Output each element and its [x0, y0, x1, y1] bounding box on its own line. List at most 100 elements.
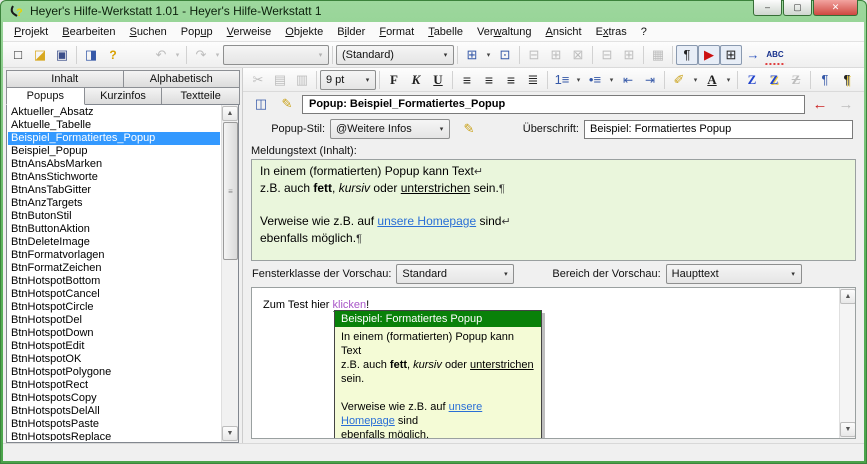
- edit-style-pencil-icon[interactable]: ✎: [458, 119, 480, 139]
- list-item[interactable]: Aktuelle_Tabelle: [8, 119, 220, 132]
- list-item[interactable]: BtnHotspotsReplace: [8, 431, 220, 441]
- column-insert-button[interactable]: ⊟: [596, 45, 618, 65]
- scroll-up-icon[interactable]: ▲: [222, 106, 238, 121]
- list-item[interactable]: BtnAnsStichworte: [8, 171, 220, 184]
- italic-button[interactable]: K: [405, 70, 427, 90]
- increase-indent-button[interactable]: ⇥: [639, 70, 661, 90]
- tab-kurzinfos[interactable]: Kurzinfos: [83, 87, 163, 105]
- list-scrollbar[interactable]: ▲ ≡ ▼: [221, 105, 238, 442]
- maximize-button[interactable]: ▢: [783, 0, 812, 16]
- para-style-button[interactable]: ¶: [814, 70, 836, 90]
- numbered-list-dropdown[interactable]: ▾: [573, 70, 584, 90]
- scroll-thumb[interactable]: ≡: [223, 122, 238, 260]
- list-item[interactable]: BtnHotspotCancel: [8, 288, 220, 301]
- tab-textteile[interactable]: Textteile: [161, 87, 241, 105]
- help-topics-button[interactable]: ?: [102, 45, 124, 65]
- style-combo[interactable]: ▾: [223, 44, 329, 65]
- list-item[interactable]: BtnAnsAbsMarken: [8, 158, 220, 171]
- paragraph-style-combo[interactable]: (Standard) ▾: [336, 44, 454, 65]
- spellcheck-button[interactable]: ABC: [764, 45, 786, 65]
- show-paragraph-marks-toggle[interactable]: ¶: [676, 44, 698, 65]
- close-button[interactable]: ✕: [813, 0, 858, 16]
- list-item[interactable]: BtnHotspotDown: [8, 327, 220, 340]
- numbered-list-button[interactable]: 1≡: [551, 70, 573, 90]
- cell-split-button[interactable]: ⊠: [567, 45, 589, 65]
- list-item[interactable]: BtnHotspotDel: [8, 314, 220, 327]
- bold-button[interactable]: F: [383, 70, 405, 90]
- decrease-indent-button[interactable]: ⇤: [617, 70, 639, 90]
- popup-style-combo[interactable]: @Weitere Infos ▾: [330, 119, 450, 139]
- table-properties-button[interactable]: ⊡: [494, 45, 516, 65]
- font-size-combo[interactable]: 9 pt ▾: [320, 69, 376, 90]
- menu-extras[interactable]: Extras: [589, 24, 634, 40]
- save-button[interactable]: ▣: [51, 45, 73, 65]
- menu-hilfe[interactable]: ?: [634, 24, 654, 40]
- menu-verwaltung[interactable]: Verwaltung: [470, 24, 538, 40]
- list-item[interactable]: BtnHotspotRect: [8, 379, 220, 392]
- project-properties-button[interactable]: ◨: [80, 45, 102, 65]
- list-item[interactable]: BtnAnsTabGitter: [8, 184, 220, 197]
- list-item[interactable]: BtnFormatvorlagen: [8, 249, 220, 262]
- preview-scrollbar[interactable]: ▲ ▼: [839, 288, 855, 438]
- menu-format[interactable]: Format: [372, 24, 421, 40]
- menu-suchen[interactable]: Suchen: [122, 24, 173, 40]
- align-center-button[interactable]: ≡: [478, 70, 500, 90]
- insert-table-dropdown[interactable]: ▾: [483, 45, 494, 65]
- menu-verweise[interactable]: Verweise: [220, 24, 279, 40]
- bullet-list-dropdown[interactable]: ▾: [606, 70, 617, 90]
- bullet-list-button[interactable]: •≡: [584, 70, 606, 90]
- redo-dropdown[interactable]: ▾: [212, 45, 223, 65]
- paste-button[interactable]: ▥: [291, 70, 313, 90]
- list-item[interactable]: BtnHotspotsCopy: [8, 392, 220, 405]
- list-item[interactable]: BtnHotspotEdit: [8, 340, 220, 353]
- list-item[interactable]: BtnButonStil: [8, 210, 220, 223]
- tab-inhalt[interactable]: Inhalt: [6, 70, 124, 88]
- redo-button[interactable]: ↷: [190, 45, 212, 65]
- menu-objekte[interactable]: Objekte: [278, 24, 330, 40]
- list-item[interactable]: BtnHotspotsDelAll: [8, 405, 220, 418]
- show-table-grid-toggle[interactable]: ⊞: [720, 44, 742, 65]
- highlight-dropdown[interactable]: ▾: [690, 70, 701, 90]
- minimize-button[interactable]: –: [753, 0, 782, 16]
- new-project-button[interactable]: □: [7, 45, 29, 65]
- menu-projekt[interactable]: Projekt: [7, 24, 55, 40]
- table-design-button[interactable]: ▦: [647, 45, 669, 65]
- row-insert-button[interactable]: ⊟: [523, 45, 545, 65]
- font-color-button[interactable]: A: [701, 70, 723, 90]
- char-style-apply-button[interactable]: Z: [763, 70, 785, 90]
- align-right-button[interactable]: ≡: [500, 70, 522, 90]
- menu-tabelle[interactable]: Tabelle: [421, 24, 470, 40]
- list-item[interactable]: BtnHotspotCircle: [8, 301, 220, 314]
- edit-pencil-icon[interactable]: ✎: [276, 94, 298, 114]
- window-class-combo[interactable]: Standard ▾: [396, 263, 515, 284]
- list-item[interactable]: Beispiel_Formatiertes_Popup: [8, 132, 220, 145]
- list-item[interactable]: BtnHotspotPolygone: [8, 366, 220, 379]
- list-item[interactable]: BtnHotspotsPaste: [8, 418, 220, 431]
- menu-popup[interactable]: Popup: [174, 24, 220, 40]
- cut-button[interactable]: ✂: [247, 70, 269, 90]
- char-style-button[interactable]: Z: [741, 70, 763, 90]
- homepage-link[interactable]: unsere Homepage: [377, 214, 476, 228]
- para-style-clear-button[interactable]: ¶: [858, 70, 864, 90]
- message-editor[interactable]: In einem (formatierten) Popup kann Text↵…: [251, 159, 856, 261]
- menu-ansicht[interactable]: Ansicht: [539, 24, 589, 40]
- tab-alphabetisch[interactable]: Alphabetisch: [122, 70, 240, 88]
- preview-area-combo[interactable]: Haupttext ▾: [665, 263, 802, 284]
- row-delete-button[interactable]: ⊞: [545, 45, 567, 65]
- char-style-clear-button[interactable]: Z: [785, 70, 807, 90]
- column-delete-button[interactable]: ⊞: [618, 45, 640, 65]
- align-justify-button[interactable]: ≣: [522, 70, 544, 90]
- copy-button[interactable]: ▤: [269, 70, 291, 90]
- topic-window-icon[interactable]: ◫: [250, 94, 272, 114]
- scroll-down-icon[interactable]: ▼: [840, 422, 855, 437]
- list-item[interactable]: BtnFormatZeichen: [8, 262, 220, 275]
- open-project-button[interactable]: ◪: [29, 45, 51, 65]
- list-item[interactable]: BtnHotspotBottom: [8, 275, 220, 288]
- highlight-button[interactable]: ✐: [668, 70, 690, 90]
- menu-bearbeiten[interactable]: Bearbeiten: [55, 24, 122, 40]
- list-item[interactable]: Aktueller_Absatz: [8, 106, 220, 119]
- back-arrow-icon[interactable]: ←: [809, 96, 831, 113]
- underline-button[interactable]: U: [427, 70, 449, 90]
- goto-target-button[interactable]: →: [742, 45, 764, 65]
- preview-play-toggle[interactable]: ▶: [698, 44, 720, 65]
